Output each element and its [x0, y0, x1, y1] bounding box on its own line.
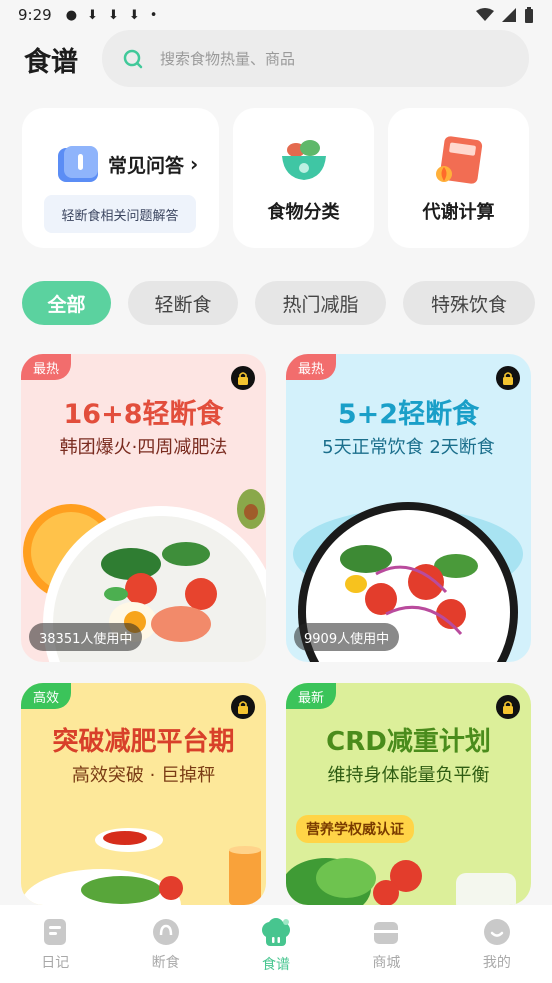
metabolism-label: 代谢计算: [422, 202, 495, 223]
plan-subtitle: 高效突破 · 巨掉秤: [71, 765, 216, 786]
nav-profile[interactable]: 我的: [442, 905, 552, 983]
certification-badge: 营养学权威认证: [296, 815, 414, 843]
lock-icon: [496, 695, 520, 719]
plan-title: CRD减重计划: [326, 727, 491, 757]
nav-shop[interactable]: 商城: [331, 905, 441, 983]
nav-fasting[interactable]: 断食: [110, 905, 220, 983]
nav-label: 我的: [482, 955, 511, 971]
notification-icons: ● ⬇ ⬇ ⬇ •: [66, 8, 158, 23]
bottom-nav: 日记 断食 食谱 商城 我的: [0, 905, 552, 983]
filter-chip-fatloss[interactable]: 热门减脂: [255, 281, 386, 325]
battery-icon: [525, 7, 533, 23]
calculator-icon: [435, 136, 482, 184]
download-icon: ⬇: [128, 7, 140, 23]
plan-subtitle: 韩团爆火·四周减肥法: [59, 437, 228, 458]
nav-recipes[interactable]: 食谱: [221, 905, 331, 983]
search-input[interactable]: 搜索食物热量、商品: [102, 30, 529, 87]
wifi-icon: [476, 8, 494, 21]
diary-icon: [44, 919, 67, 945]
plan-subtitle: 5天正常饮食 2天断食: [322, 437, 495, 458]
plan-card-crd[interactable]: 最新 CRD减重计划 维持身体能量负平衡 营养学权威认证: [286, 683, 531, 905]
search-icon: [123, 49, 143, 68]
food-category-card[interactable]: 食物分类: [233, 108, 374, 248]
faq-title: 常见问答: [108, 154, 185, 177]
vegetables-image: [286, 858, 516, 905]
profile-icon: [483, 919, 510, 945]
download-icon: ⬇: [107, 7, 119, 23]
alert-icon: ●: [65, 7, 78, 23]
food-bowl-icon: [281, 140, 326, 180]
nav-label: 断食: [151, 955, 180, 971]
faq-book-icon: [58, 146, 98, 182]
plan-title: 突破减肥平台期: [52, 727, 235, 757]
filter-chip-all[interactable]: 全部: [22, 281, 111, 325]
plan-card-5-2[interactable]: 最热 5+2轻断食 5天正常饮食 2天断食 9909人使用中: [286, 354, 531, 662]
signal-icon: [502, 8, 516, 22]
metabolism-card[interactable]: 代谢计算: [388, 108, 529, 248]
plan-card-16-8[interactable]: 最热 16+8轻断食 韩团爆火·四周减肥法 38351人使用中: [21, 354, 266, 662]
dot-icon: •: [149, 7, 158, 23]
status-bar: 9:29 ● ⬇ ⬇ ⬇ •: [0, 0, 552, 30]
download-icon: ⬇: [87, 7, 98, 23]
plan-subtitle: 维持身体能量负平衡: [327, 765, 490, 786]
status-time: 9:29: [18, 6, 52, 24]
plan-tag: 最热: [21, 354, 72, 380]
lock-icon: [496, 366, 520, 390]
faq-subtitle: 轻断食相关问题解答: [44, 195, 196, 233]
nav-label: 食谱: [262, 957, 291, 973]
nav-diary[interactable]: 日记: [0, 905, 110, 983]
chef-hat-icon: [262, 918, 291, 946]
faq-card[interactable]: 常见问答 › 轻断食相关问题解答: [22, 108, 219, 248]
plan-users-count: 9909人使用中: [294, 623, 400, 651]
filter-chip-special[interactable]: 特殊饮食: [403, 281, 535, 325]
lock-icon: [231, 366, 255, 390]
plan-title: 16+8轻断食: [63, 399, 224, 430]
plan-tag: 高效: [21, 683, 72, 709]
nav-label: 日记: [41, 955, 70, 971]
shop-icon: [374, 922, 399, 944]
plan-users-count: 38351人使用中: [29, 623, 143, 651]
food-category-label: 食物分类: [267, 202, 340, 223]
filter-chip-fasting[interactable]: 轻断食: [128, 281, 238, 325]
plan-title: 5+2轻断食: [337, 399, 480, 430]
search-placeholder: 搜索食物热量、商品: [160, 50, 296, 68]
plan-tag: 最新: [286, 683, 337, 709]
lock-icon: [231, 695, 255, 719]
nav-label: 商城: [372, 955, 401, 971]
faq-title-row: 常见问答 ›: [56, 144, 198, 184]
plan-tag: 最热: [286, 354, 337, 380]
fasting-icon: [152, 919, 179, 945]
sauce-salad-image: [21, 828, 261, 905]
chevron-right-icon: ›: [190, 152, 199, 176]
page-title: 食谱: [24, 47, 78, 78]
plan-card-plateau[interactable]: 高效 突破减肥平台期 高效突破 · 巨掉秤: [21, 683, 266, 905]
